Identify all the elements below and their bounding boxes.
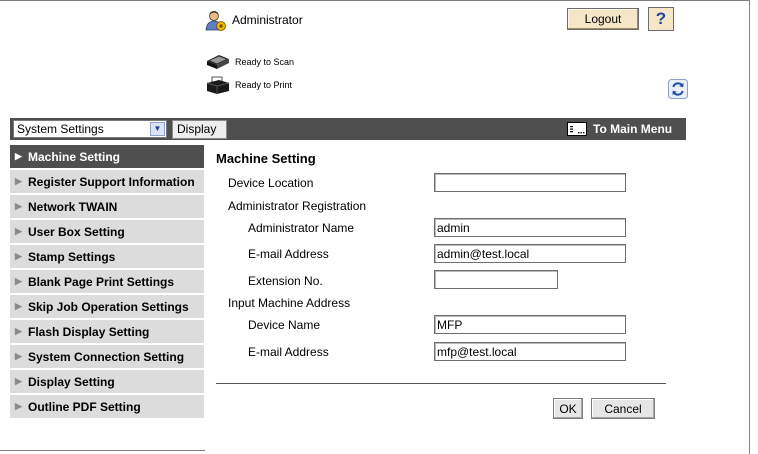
sidebar-item-outline-pdf-setting[interactable]: ▶ Outline PDF Setting bbox=[10, 395, 204, 420]
administrator-registration-label: Administrator Registration bbox=[228, 199, 367, 213]
sidebar-item-label: Blank Page Print Settings bbox=[28, 274, 175, 289]
triangle-right-icon: ▶ bbox=[15, 201, 22, 211]
display-button[interactable]: Display bbox=[172, 120, 227, 139]
sidebar-item-flash-display-setting[interactable]: ▶ Flash Display Setting bbox=[10, 320, 204, 345]
frame-bottom-border bbox=[0, 450, 205, 451]
sidebar-item-label: Display Setting bbox=[28, 374, 115, 389]
triangle-right-icon: ▶ bbox=[15, 401, 22, 411]
triangle-right-icon: ▶ bbox=[15, 251, 22, 261]
ok-button[interactable]: OK bbox=[553, 398, 583, 419]
sidebar-item-label: Skip Job Operation Settings bbox=[28, 299, 189, 314]
to-main-menu-label: To Main Menu bbox=[593, 122, 673, 136]
frame-right-border bbox=[749, 0, 750, 454]
settings-sidebar: ▶ Machine Setting ▶ Register Support Inf… bbox=[10, 145, 204, 420]
machine-email-label: E-mail Address bbox=[248, 345, 329, 359]
triangle-right-icon: ▶ bbox=[15, 276, 22, 286]
logout-button[interactable]: Logout bbox=[567, 8, 639, 30]
chevron-down-icon[interactable]: ▼ bbox=[150, 122, 165, 136]
sidebar-item-display-setting[interactable]: ▶ Display Setting bbox=[10, 370, 204, 395]
frame-top-border bbox=[0, 0, 750, 1]
triangle-right-icon: ▶ bbox=[15, 351, 22, 361]
sidebar-item-user-box-setting[interactable]: ▶ User Box Setting bbox=[10, 220, 204, 245]
machine-email-field[interactable] bbox=[434, 342, 626, 361]
administrator-name-field[interactable] bbox=[434, 218, 626, 237]
extension-number-field[interactable] bbox=[434, 270, 558, 289]
device-name-field[interactable] bbox=[434, 315, 626, 334]
sidebar-item-label: Register Support Information bbox=[28, 174, 195, 189]
input-machine-address-label: Input Machine Address bbox=[228, 296, 351, 310]
triangle-right-icon: ▶ bbox=[15, 301, 22, 311]
administrator-email-field[interactable] bbox=[434, 244, 626, 263]
scanner-icon bbox=[207, 55, 229, 69]
triangle-right-icon: ▶ bbox=[15, 226, 22, 236]
settings-category-value: System Settings bbox=[17, 122, 104, 136]
sidebar-item-label: Machine Setting bbox=[28, 149, 121, 164]
sidebar-item-system-connection-setting[interactable]: ▶ System Connection Setting bbox=[10, 345, 204, 370]
sidebar-item-register-support-information[interactable]: ▶ Register Support Information bbox=[10, 170, 204, 195]
triangle-right-icon: ▶ bbox=[15, 376, 22, 386]
sidebar-item-label: Flash Display Setting bbox=[28, 324, 150, 339]
device-name-label: Device Name bbox=[248, 318, 321, 332]
device-location-field[interactable] bbox=[434, 173, 626, 192]
administrator-label: Administrator bbox=[232, 13, 303, 27]
sidebar-item-label: User Box Setting bbox=[28, 224, 125, 239]
sidebar-item-network-twain[interactable]: ▶ Network TWAIN bbox=[10, 195, 204, 220]
sidebar-item-label: System Connection Setting bbox=[28, 349, 185, 364]
triangle-right-icon: ▶ bbox=[15, 176, 22, 186]
printer-icon bbox=[206, 76, 230, 94]
sidebar-item-label: Network TWAIN bbox=[28, 199, 118, 214]
extension-number-label: Extension No. bbox=[248, 274, 323, 288]
to-main-menu-link[interactable]: To Main Menu bbox=[567, 120, 672, 138]
sidebar-item-machine-setting[interactable]: ▶ Machine Setting bbox=[10, 145, 204, 170]
administrator-email-label: E-mail Address bbox=[248, 247, 329, 261]
sidebar-item-stamp-settings[interactable]: ▶ Stamp Settings bbox=[10, 245, 204, 270]
help-button[interactable]: ? bbox=[648, 7, 674, 31]
form-divider bbox=[216, 383, 666, 384]
cancel-button[interactable]: Cancel bbox=[591, 398, 655, 419]
print-status-text: Ready to Print bbox=[235, 80, 293, 90]
settings-category-select[interactable]: System Settings ▼ bbox=[13, 120, 167, 138]
sidebar-item-label: Outline PDF Setting bbox=[28, 399, 141, 414]
sidebar-item-label: Stamp Settings bbox=[28, 249, 116, 264]
page-title: Machine Setting bbox=[216, 151, 316, 166]
scan-status-text: Ready to Scan bbox=[235, 57, 295, 67]
triangle-right-icon: ▶ bbox=[15, 326, 22, 336]
administrator-icon bbox=[205, 11, 226, 31]
main-menu-icon bbox=[567, 122, 587, 136]
device-location-label: Device Location bbox=[228, 176, 314, 190]
triangle-right-icon: ▶ bbox=[15, 151, 22, 161]
sidebar-item-skip-job-operation-settings[interactable]: ▶ Skip Job Operation Settings bbox=[10, 295, 204, 320]
refresh-icon[interactable] bbox=[668, 79, 688, 99]
administrator-name-label: Administrator Name bbox=[248, 221, 355, 235]
sidebar-item-blank-page-print-settings[interactable]: ▶ Blank Page Print Settings bbox=[10, 270, 204, 295]
